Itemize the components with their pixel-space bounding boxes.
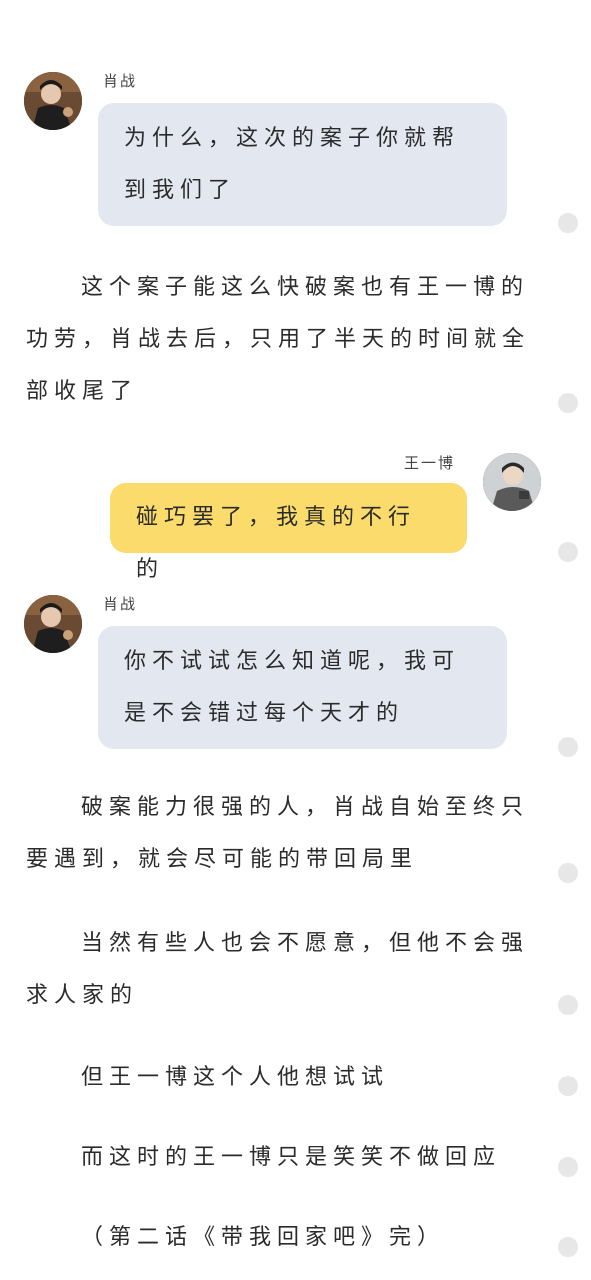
chapter-end-note: （第二话《带我回家吧》完） bbox=[81, 1225, 446, 1250]
avatar-wangyibo-image bbox=[483, 453, 541, 511]
avatar-wangyibo[interactable] bbox=[483, 453, 541, 511]
chat-bubble-right: 碰巧罢了，我真的不行的 bbox=[110, 483, 467, 582]
chat-bubble-left: 你不试试怎么知道呢，我可是不会错过每个天才的 bbox=[98, 626, 507, 749]
speaker-name: 肖战 bbox=[103, 72, 138, 90]
narration-paragraph: 当然有些人也会不愿意，但他不会强求人家的 bbox=[26, 931, 530, 1008]
avatar-xiaozhan-image bbox=[24, 595, 82, 653]
chat-bubble-text: 你不试试怎么知道呢，我可是不会错过每个天才的 bbox=[124, 649, 461, 726]
narration-paragraph: 但王一博这个人他想试试 bbox=[81, 1065, 390, 1090]
avatar-xiaozhan[interactable] bbox=[24, 72, 82, 130]
side-dot bbox=[558, 995, 578, 1015]
narration-paragraph: 破案能力很强的人，肖战自始至终只要遇到，就会尽可能的带回局里 bbox=[26, 795, 530, 872]
side-dot bbox=[558, 1237, 578, 1257]
narration-paragraph: 这个案子能这么快破案也有王一博的功劳，肖战去后，只用了半天的时间就全部收尾了 bbox=[26, 275, 531, 404]
avatar-xiaozhan-image bbox=[24, 72, 82, 130]
side-dot bbox=[558, 863, 578, 883]
chat-bubble-left: 为什么，这次的案子你就帮到我们了 bbox=[98, 103, 507, 226]
chat-bubble-text: 碰巧罢了，我真的不行的 bbox=[136, 505, 417, 582]
avatar-xiaozhan[interactable] bbox=[24, 595, 82, 653]
side-dot bbox=[558, 1076, 578, 1096]
side-dot bbox=[558, 393, 578, 413]
side-dot bbox=[558, 542, 578, 562]
chat-bubble-text: 为什么，这次的案子你就帮到我们了 bbox=[124, 126, 461, 203]
narration-paragraph: 而这时的王一博只是笑笑不做回应 bbox=[81, 1145, 502, 1170]
side-dot bbox=[558, 213, 578, 233]
speaker-name: 肖战 bbox=[103, 595, 138, 613]
side-dot bbox=[558, 1157, 578, 1177]
speaker-name: 王一博 bbox=[404, 454, 456, 472]
side-dot bbox=[558, 737, 578, 757]
